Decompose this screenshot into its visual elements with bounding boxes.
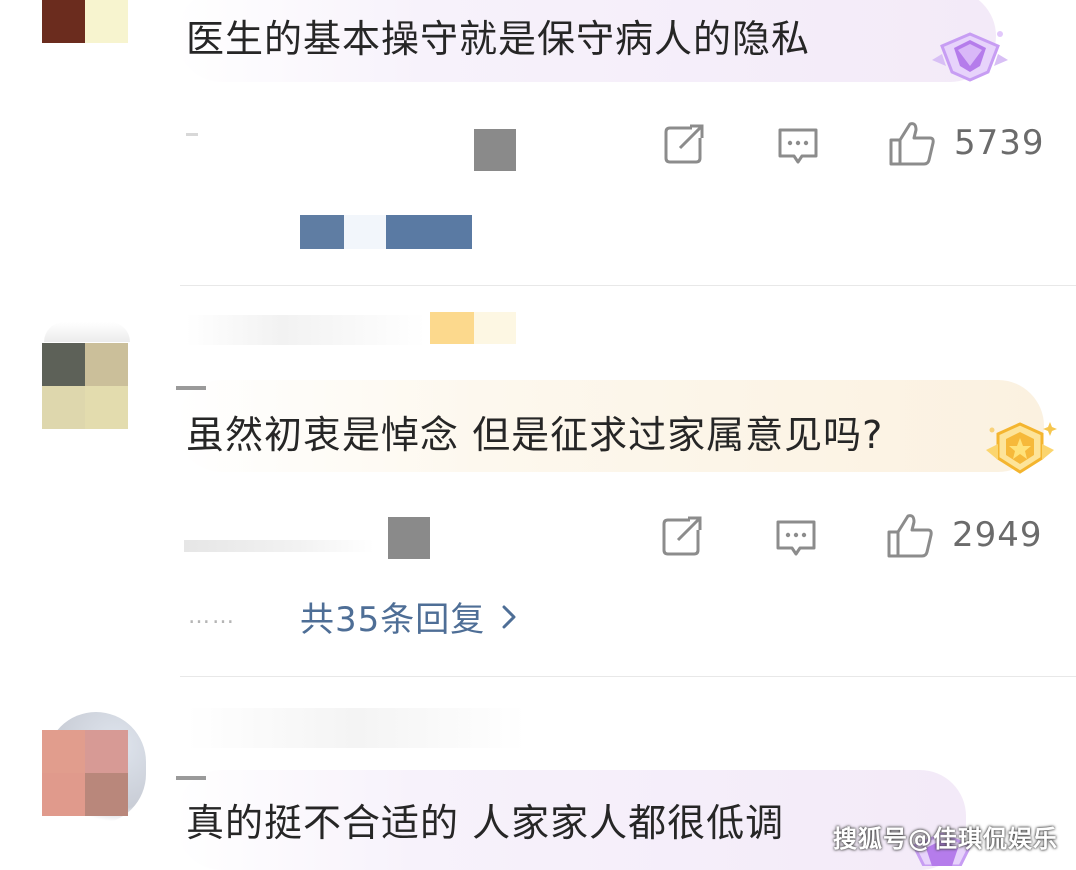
- share-icon: [664, 124, 704, 164]
- avatar[interactable]: [42, 730, 128, 816]
- thumbs-up-icon: [887, 514, 933, 558]
- view-replies-link[interactable]: …… 共35条回复: [188, 592, 519, 641]
- avatar[interactable]: [42, 343, 128, 429]
- comment-button[interactable]: [776, 126, 820, 166]
- like-count: 5739: [954, 123, 1045, 163]
- like-button[interactable]: 5739: [888, 120, 1045, 166]
- divider: [180, 285, 1076, 286]
- replies-count-label: 共35条回复: [300, 600, 486, 640]
- thumbs-up-icon: [889, 122, 935, 166]
- share-button[interactable]: [660, 516, 704, 556]
- comment-icon: [776, 520, 816, 556]
- comment-text: 医生的基本操守就是保守病人的隐私: [186, 17, 811, 61]
- like-button[interactable]: 2949: [886, 512, 1043, 558]
- purple-diamond-badge-icon: [932, 31, 1008, 82]
- avatar[interactable]: [42, 0, 128, 43]
- gold-star-badge-icon: [986, 422, 1057, 474]
- comment-icon: [778, 128, 818, 164]
- divider: [180, 676, 1076, 677]
- replies-dots: ……: [188, 604, 236, 629]
- watermark: 搜狐号@佳琪侃娱乐: [833, 825, 1058, 853]
- share-icon: [662, 516, 702, 556]
- comment-button[interactable]: [774, 518, 818, 558]
- share-button[interactable]: [662, 124, 706, 164]
- chevron-right-icon: [502, 605, 516, 628]
- comment-text: 真的挺不合适的 人家家人都很低调: [186, 801, 785, 845]
- comment-text: 虽然初衷是悼念 但是征求过家属意见吗?: [186, 413, 884, 457]
- like-count: 2949: [952, 515, 1043, 555]
